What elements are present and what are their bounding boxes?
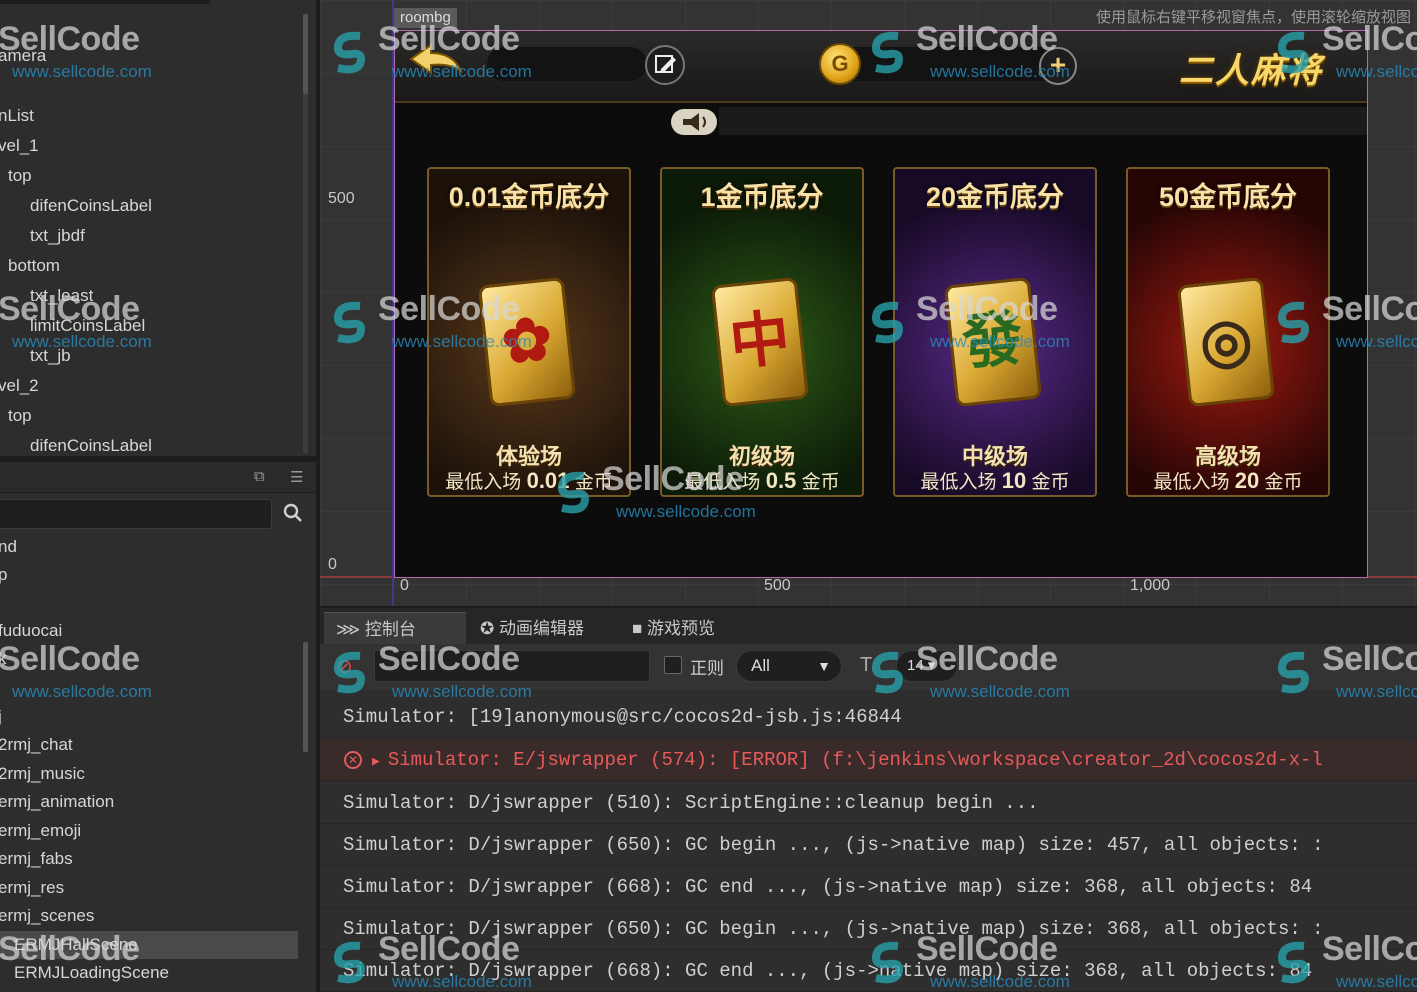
log-level-select[interactable]: All ▼ <box>736 650 842 682</box>
menu-icon[interactable]: ☰ <box>290 468 303 486</box>
asset-item[interactable]: 2rmj_music <box>0 764 85 784</box>
tree-node[interactable]: txt_least <box>30 286 93 306</box>
console-icon: ⋙ <box>336 620 361 639</box>
panel-tab-strip <box>0 0 210 4</box>
asset-item[interactable]: ermj_fabs <box>0 849 73 869</box>
asset-item[interactable]: ermj_res <box>0 878 64 898</box>
tree-node[interactable]: vel_1 <box>0 136 39 156</box>
tree-node[interactable]: difenCoinsLabel <box>30 196 152 216</box>
mahjong-tile-icon: 中 <box>710 276 810 408</box>
regex-label: 正则 <box>690 659 724 678</box>
room-min-entry: 最低入场 10 金币 <box>920 468 1070 493</box>
asset-item[interactable]: ermj_scenes <box>0 906 94 926</box>
asset-item[interactable]: p <box>0 565 7 585</box>
asset-item[interactable]: ermj_emoji <box>0 821 81 841</box>
asset-item[interactable]: nd <box>0 537 17 557</box>
ruler-label: 0 <box>328 556 337 573</box>
console-toolbar: ⊘ ▤ 正则 All ▼ T 14 ▾ <box>320 644 1417 691</box>
asset-item[interactable]: ermj_animation <box>0 792 114 812</box>
edit-icon[interactable] <box>645 45 685 85</box>
coin-balance-field <box>837 47 1065 81</box>
error-icon: ✕ <box>344 750 362 769</box>
hierarchy-scrollbar[interactable] <box>303 14 308 454</box>
asset-item-selected[interactable]: ERMJHallScene <box>14 935 138 955</box>
log-line[interactable]: Simulator: [19]anonymous@src/cocos2d-jsb… <box>320 696 1417 738</box>
log-line[interactable]: Simulator: D/jswrapper (650): GC begin .… <box>320 908 1417 950</box>
console-log[interactable]: Simulator: [19]anonymous@src/cocos2d-jsb… <box>320 690 1417 992</box>
mahjong-tile-icon: 發 <box>943 276 1043 408</box>
game-title: 二人麻将 <box>1179 52 1323 90</box>
log-line[interactable]: Simulator: D/jswrapper (650): GC begin .… <box>320 824 1417 866</box>
asset-item[interactable]: k <box>0 649 7 669</box>
search-icon[interactable] <box>281 500 305 526</box>
ruler-label: 1,000 <box>1130 577 1171 594</box>
tree-node[interactable]: bottom <box>8 256 60 276</box>
tree-node[interactable]: txt_jb <box>30 346 71 366</box>
tab-animation-editor[interactable]: ✪ 动画编辑器 <box>468 612 618 646</box>
log-line-error[interactable]: ✕ ▶ Simulator: E/jswrapper (574): [ERROR] … <box>320 739 1417 781</box>
gold-coin-icon: G <box>819 43 861 85</box>
clear-console-icon[interactable]: ⊘ <box>336 654 353 679</box>
ruler-label: 500 <box>328 190 355 207</box>
expand-caret-icon[interactable]: ▶ <box>372 754 380 769</box>
tree-node[interactable]: limitCoinsLabel <box>30 316 145 336</box>
tree-node[interactable]: top <box>8 166 32 186</box>
room-card-middle[interactable]: 20金币底分 發 中级场 最低入场 10 金币 <box>893 167 1097 497</box>
announcement-bar <box>719 107 1367 135</box>
assets-header: ⧉ ☰ <box>0 462 316 493</box>
room-min-entry: 最低入场 0.01 金币 <box>445 468 613 493</box>
tab-game-preview[interactable]: ■ 游戏预览 <box>620 612 760 646</box>
chevron-down-icon: ▼ <box>817 658 831 674</box>
room-base-score: 20金币底分 <box>925 182 1065 212</box>
tab-console[interactable]: ⋙ 控制台 <box>324 612 466 646</box>
log-line[interactable]: Simulator: D/jswrapper (510): ScriptEngi… <box>320 782 1417 824</box>
player-name-field <box>487 47 647 81</box>
room-min-entry: 最低入场 20 金币 <box>1153 468 1303 493</box>
log-line[interactable]: Simulator: D/jswrapper (668): GC end ...… <box>320 950 1417 992</box>
room-card-trial[interactable]: 0.01金币底分 ✿ 体验场 最低入场 0.01 金币 <box>427 167 631 497</box>
font-size-icon: T <box>860 654 873 676</box>
room-base-score: 0.01金币底分 <box>448 182 610 212</box>
log-line[interactable]: Simulator: D/jswrapper (668): GC end ...… <box>320 866 1417 908</box>
tree-node[interactable]: txt_jbdf <box>30 226 85 246</box>
asset-item[interactable]: 2rmj_chat <box>0 735 73 755</box>
room-base-score: 50金币底分 <box>1158 182 1298 212</box>
assets-scrollbar[interactable] <box>303 642 308 752</box>
animation-icon: ✪ <box>480 619 495 638</box>
announcement-speaker-icon <box>671 107 721 137</box>
hierarchy-panel: amera nList vel_1 top difenCoinsLabel tx… <box>0 0 316 456</box>
asset-item[interactable]: fuduocai <box>0 621 62 641</box>
tree-node[interactable]: top <box>8 406 32 426</box>
ruler-label: 500 <box>764 577 791 594</box>
mahjong-tile-icon: ✿ <box>477 276 577 408</box>
room-min-entry: 最低入场 0.5 金币 <box>684 468 840 493</box>
mahjong-tile-icon: ◎ <box>1176 276 1276 408</box>
font-size-select[interactable]: 14 ▾ <box>896 650 958 682</box>
selected-node-tag: roombg <box>394 8 457 28</box>
ruler-label: 0 <box>400 577 409 594</box>
add-coins-button[interactable]: + <box>1039 47 1077 85</box>
room-card-junior[interactable]: 1金币底分 中 初级场 最低入场 0.5 金币 <box>660 167 864 497</box>
tree-node[interactable]: amera <box>0 46 46 66</box>
tree-node[interactable]: difenCoinsLabel <box>30 436 152 456</box>
tree-node[interactable]: vel_2 <box>0 376 39 396</box>
restore-window-icon[interactable]: ⧉ <box>254 468 265 485</box>
room-base-score: 1金币底分 <box>700 182 824 212</box>
room-card-senior[interactable]: 50金币底分 ◎ 高级场 最低入场 20 金币 <box>1126 167 1330 497</box>
scrollbar-thumb[interactable] <box>303 14 308 94</box>
bottom-tabs: ⋙ 控制台 ✪ 动画编辑器 ■ 游戏预览 <box>320 606 1417 646</box>
back-arrow-icon[interactable] <box>407 41 465 81</box>
video-icon: ■ <box>632 619 643 638</box>
assets-panel: ⧉ ☰ nd p fuduocai k j 2rmj_chat 2rmj_mus… <box>0 462 316 992</box>
game-canvas[interactable]: G + 二人麻将 0.01金币底分 ✿ 体验场 最低入场 0.01 金币 1金币… <box>394 30 1368 578</box>
assets-search-input[interactable] <box>0 499 272 529</box>
regex-checkbox[interactable] <box>664 656 682 674</box>
log-filter-input[interactable] <box>374 650 650 682</box>
asset-item[interactable]: j <box>0 707 2 727</box>
asset-item[interactable]: ERMJLoadingScene <box>14 963 169 983</box>
tree-node[interactable]: nList <box>0 106 34 126</box>
scene-hint: 使用鼠标右键平移视窗焦点，使用滚轮缩放视图 <box>1095 8 1411 26</box>
